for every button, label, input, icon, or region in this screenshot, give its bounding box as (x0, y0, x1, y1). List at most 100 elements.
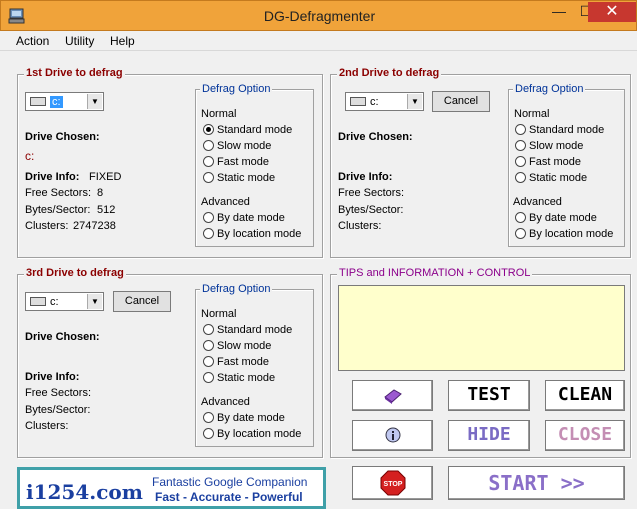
drive3-advanced-label: Advanced (201, 396, 250, 408)
drive2-fast-mode-label: Fast mode (529, 156, 581, 168)
drive1-by-date-radio[interactable] (203, 212, 214, 223)
drive1-normal-label: Normal (201, 108, 237, 120)
drive2-by-location-radio[interactable] (515, 228, 526, 239)
drive2-by-location-label: By location mode (529, 228, 614, 240)
drive1-defrag-option-title: Defrag Option (200, 83, 273, 95)
drive2-advanced-label: Advanced (513, 196, 562, 208)
drive1-by-location-radio[interactable] (203, 228, 214, 239)
drive3-fast-mode-radio[interactable] (203, 356, 214, 367)
chevron-down-icon[interactable]: ▼ (87, 94, 102, 109)
drive3-by-location-label: By location mode (217, 428, 302, 440)
drive1-standard-mode-radio[interactable] (203, 124, 214, 135)
drive3-info-label: Drive Info: (25, 371, 80, 383)
drive3-free-sectors-label: Free Sectors: (25, 387, 92, 399)
drive1-fast-mode-label: Fast mode (217, 156, 269, 168)
drive1-clusters-value: 2747238 (73, 220, 116, 232)
stop-button[interactable]: STOP (352, 466, 433, 500)
drive3-static-mode-radio[interactable] (203, 372, 214, 383)
drive3-slow-mode-radio[interactable] (203, 340, 214, 351)
chevron-down-icon[interactable]: ▼ (407, 94, 422, 109)
drive2-select[interactable]: c: ▼ (345, 92, 424, 111)
ad-banner[interactable]: i1254.com Fantastic Google Companion Fas… (17, 467, 326, 509)
drive3-clusters-label: Clusters: (25, 420, 69, 432)
book-button[interactable] (352, 380, 433, 411)
drive1-fast-mode-radio[interactable] (203, 156, 214, 167)
banner-logo: i1254.com (26, 480, 143, 504)
drive3-static-mode-label: Static mode (217, 372, 276, 384)
banner-accurate: Accurate (189, 490, 242, 504)
drive1-select[interactable]: c: ▼ (25, 92, 104, 111)
drive2-static-mode-radio[interactable] (515, 172, 526, 183)
drive1-info-label: Drive Info: (25, 171, 80, 183)
drive1-by-date-label: By date mode (217, 212, 285, 224)
drive1-info-value: FIXED (89, 171, 122, 183)
menu-utility[interactable]: Utility (65, 34, 94, 48)
menu-help[interactable]: Help (110, 34, 135, 48)
drive2-title: 2nd Drive to defrag (337, 67, 442, 79)
drive3-standard-mode-label: Standard mode (217, 324, 293, 336)
chevron-down-icon[interactable]: ▼ (87, 294, 102, 309)
drive3-standard-mode-radio[interactable] (203, 324, 214, 335)
drive2-bytes-sector-label: Bytes/Sector: (338, 204, 404, 216)
drive3-select-value: c: (50, 296, 59, 308)
drive2-chosen-label: Drive Chosen: (338, 131, 413, 143)
drive3-cancel-button[interactable]: Cancel (113, 291, 171, 312)
drive1-bytes-sector-value: 512 (97, 204, 116, 216)
clean-button[interactable]: CLEAN (545, 380, 625, 411)
drive3-by-date-radio[interactable] (203, 412, 214, 423)
hide-button[interactable]: HIDE (448, 420, 530, 451)
info-icon (385, 427, 400, 443)
drive2-standard-mode-radio[interactable] (515, 124, 526, 135)
drive3-title: 3rd Drive to defrag (24, 267, 126, 279)
drive1-free-sectors-label: Free Sectors: (25, 187, 92, 199)
drive2-fast-mode-radio[interactable] (515, 156, 526, 167)
drive1-standard-mode-label: Standard mode (217, 124, 293, 136)
banner-line2: Fast - Accurate - Powerful (155, 490, 303, 504)
drive2-slow-mode-radio[interactable] (515, 140, 526, 151)
drive3-fast-mode-label: Fast mode (217, 356, 269, 368)
drive1-static-mode-label: Static mode (217, 172, 276, 184)
banner-powerful: Powerful (251, 490, 303, 504)
drive2-defrag-option-title: Defrag Option (513, 83, 586, 95)
drive1-title: 1st Drive to defrag (24, 67, 125, 79)
drive1-slow-mode-radio[interactable] (203, 140, 214, 151)
test-button[interactable]: TEST (448, 380, 530, 411)
title-bar: DG-Defragmenter — ☐ ✕ (0, 0, 637, 31)
drive3-defrag-option-title: Defrag Option (200, 283, 273, 295)
tips-info-box (338, 285, 625, 371)
drive2-select-value: c: (370, 96, 379, 108)
drive3-by-location-radio[interactable] (203, 428, 214, 439)
drive1-slow-mode-label: Slow mode (217, 140, 272, 152)
drive3-bytes-sector-label: Bytes/Sector: (25, 404, 91, 416)
drive2-free-sectors-label: Free Sectors: (338, 187, 405, 199)
drive1-chosen-label: Drive Chosen: (25, 131, 100, 143)
drive3-by-date-label: By date mode (217, 412, 285, 424)
drive2-by-date-label: By date mode (529, 212, 597, 224)
info-button[interactable] (352, 420, 433, 451)
banner-line1: Fantastic Google Companion (152, 475, 308, 489)
drive3-chosen-label: Drive Chosen: (25, 331, 100, 343)
menu-action[interactable]: Action (16, 34, 49, 48)
drive1-select-value: c: (50, 96, 63, 108)
start-button[interactable]: START >> (448, 466, 625, 500)
drive2-cancel-button[interactable]: Cancel (432, 91, 490, 112)
close-button[interactable]: CLOSE (545, 420, 625, 451)
window-title: DG-Defragmenter (263, 8, 376, 24)
close-window-button[interactable]: ✕ (588, 2, 636, 22)
banner-sep: - (244, 490, 249, 504)
drive1-clusters-label: Clusters: (25, 220, 69, 232)
drive1-static-mode-radio[interactable] (203, 172, 214, 183)
drive1-advanced-label: Advanced (201, 196, 250, 208)
drive1-bytes-sector-label: Bytes/Sector: (25, 204, 91, 216)
tips-title: TIPS and INFORMATION + CONTROL (337, 267, 533, 279)
drive3-normal-label: Normal (201, 308, 237, 320)
drive2-by-date-radio[interactable] (515, 212, 526, 223)
drive1-free-sectors-value: 8 (97, 187, 104, 199)
book-icon (383, 389, 402, 404)
drive-icon (30, 97, 46, 106)
stop-icon: STOP (380, 470, 405, 496)
minimize-button[interactable]: — (546, 2, 572, 22)
drive3-select[interactable]: c: ▼ (25, 292, 104, 311)
banner-fast: Fast (155, 490, 180, 504)
drive2-normal-label: Normal (514, 108, 550, 120)
